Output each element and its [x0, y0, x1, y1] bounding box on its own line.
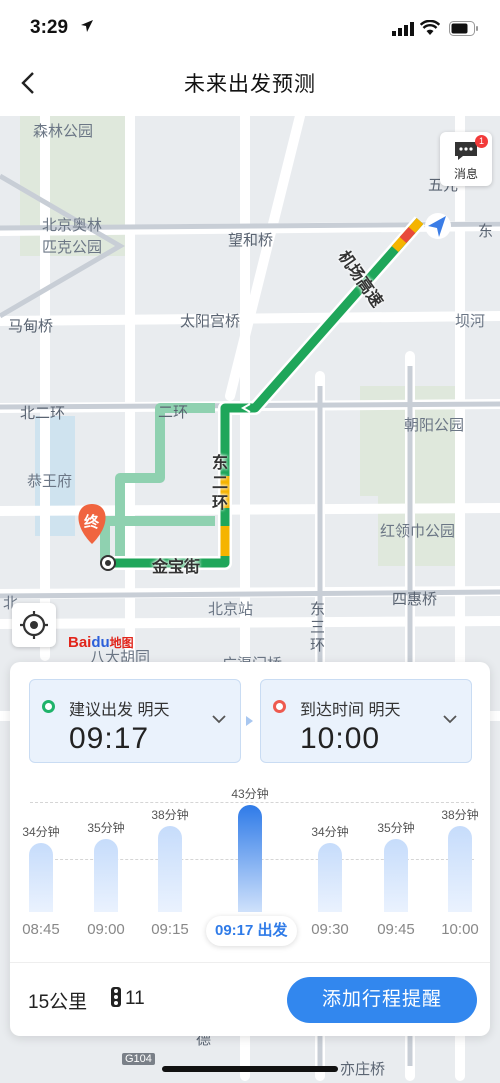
signal-icon: [392, 22, 414, 36]
bar-value-label: 38分钟: [151, 808, 189, 822]
nav-bar: 未来出发预测: [0, 56, 500, 116]
bar-value-label: 34分钟: [311, 825, 349, 840]
route-distance: 15公里: [28, 992, 88, 1013]
location-arrow-icon: [81, 20, 93, 32]
traffic-lights: 11: [110, 987, 145, 1010]
bar-value-label: 35分钟: [87, 820, 125, 835]
map-label: 朝阳公园: [404, 417, 465, 434]
map-label: 匹克公园: [42, 239, 103, 256]
traffic-light-count: 11: [125, 988, 145, 1009]
time-tick-label[interactable]: 09:30: [298, 921, 362, 938]
time-bar[interactable]: [94, 838, 118, 912]
arrival-time-selector[interactable]: 到达时间 明天 10:00: [260, 679, 472, 763]
map-label: 太阳宫桥: [180, 313, 241, 330]
trip-prediction-card: 建议出发 明天 09:17 到达时间 明天 10:00 34分钟 08:45 35分…: [10, 662, 490, 1036]
map-label: 东三环: [310, 601, 326, 654]
bar-value-label: 34分钟: [22, 825, 60, 840]
map-label: 红领巾公园: [380, 523, 456, 540]
time-tick-label[interactable]: 09:45: [364, 921, 428, 938]
map-label: 东二环: [212, 455, 229, 512]
time-tick-label[interactable]: 10:00: [428, 921, 492, 938]
map-label: 金宝街: [152, 559, 201, 576]
message-button[interactable]: 1 消息: [440, 132, 492, 186]
home-indicator: [162, 1066, 338, 1072]
status-bar: 3:29: [0, 0, 500, 56]
arrival-time: 10:00: [300, 722, 381, 755]
arrow-right-icon: [246, 716, 253, 726]
message-label: 消息: [453, 167, 478, 181]
map-label: 亦庄桥: [340, 1061, 386, 1078]
map-label: 北京站: [208, 601, 254, 618]
map-label: 东: [478, 223, 494, 240]
selected-time-label[interactable]: 09:17 出发: [206, 916, 297, 946]
bar-value-label: 38分钟: [441, 808, 479, 822]
time-bar[interactable]: [158, 826, 182, 912]
time-bar[interactable]: [448, 826, 472, 912]
wifi-icon: [420, 20, 440, 35]
bar-value-label: 35分钟: [377, 820, 415, 835]
map-label: 望和桥: [228, 232, 274, 249]
time-tick-label[interactable]: 09:00: [74, 921, 138, 938]
chevron-down-icon: [443, 715, 457, 724]
time-tick-label[interactable]: 09:15: [138, 921, 202, 938]
time-bar[interactable]: [238, 804, 262, 912]
time-bar[interactable]: [384, 838, 408, 912]
departure-dot-icon: [42, 700, 55, 713]
map-label: 森林公园: [33, 123, 94, 140]
departure-time: 09:17: [69, 722, 150, 755]
map-label: 四惠桥: [392, 591, 438, 608]
travel-time-chart: 34分钟 08:45 35分钟 09:00 38分钟 09:15 43分钟 09:17 出发 3…: [10, 772, 490, 952]
crosshair-icon: [20, 611, 48, 639]
time-bar[interactable]: [318, 843, 342, 912]
status-time: 3:29: [30, 17, 69, 38]
time-tick-label[interactable]: 08:45: [9, 921, 73, 938]
map-label: 北京奥林: [42, 217, 103, 234]
chevron-down-icon: [212, 715, 226, 724]
departure-label: 建议出发 明天: [69, 702, 170, 719]
map-label: 二环: [158, 404, 189, 421]
map-label: 北二环: [20, 405, 66, 422]
baidu-logo: Baidu地图: [68, 634, 134, 651]
departure-time-selector[interactable]: 建议出发 明天 09:17: [29, 679, 241, 763]
grid-line: [30, 802, 474, 803]
map-label: 马甸桥: [8, 318, 54, 335]
locate-button[interactable]: [12, 603, 56, 647]
add-trip-reminder-button[interactable]: 添加行程提醒: [287, 977, 477, 1023]
divider: [10, 962, 490, 963]
arrival-dot-icon: [273, 700, 286, 713]
end-marker-label: 终: [84, 514, 100, 531]
battery-icon: [449, 21, 478, 36]
arrival-label: 到达时间 明天: [300, 702, 401, 719]
message-badge: 1: [475, 135, 488, 148]
map-label: 恭王府: [27, 473, 73, 490]
time-bar[interactable]: [29, 843, 53, 912]
highway-shield: G104: [122, 1053, 155, 1065]
traffic-light-icon: [111, 987, 121, 1007]
map-label: 坝河: [455, 313, 486, 330]
page-title: 未来出发预测: [184, 73, 316, 96]
bar-value-label: 43分钟: [231, 786, 269, 801]
